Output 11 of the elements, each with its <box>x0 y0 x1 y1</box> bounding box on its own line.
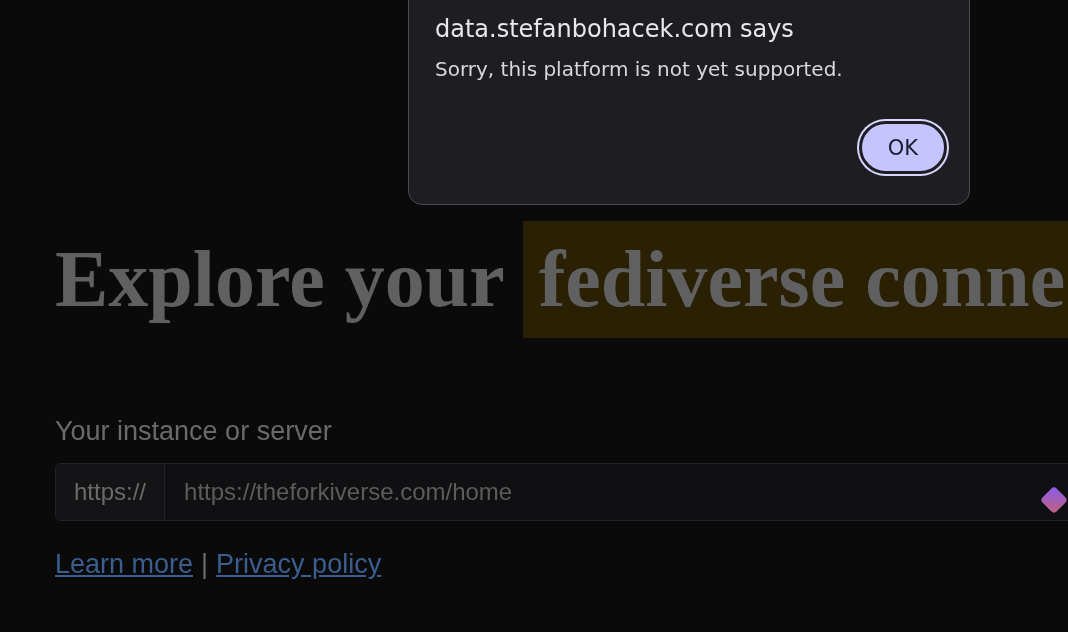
url-prefix: https:// <box>55 463 166 521</box>
page-heading: Explore your <box>55 234 505 325</box>
highlighted-heading: fediverse conne <box>522 221 1068 338</box>
learn-more-link[interactable]: Learn more <box>55 549 194 580</box>
privacy-policy-link[interactable]: Privacy policy <box>216 549 382 580</box>
ok-button[interactable]: OK <box>859 121 947 174</box>
url-field[interactable]: https://theforkiverse.com/home <box>165 463 1068 521</box>
dialog-message: Sorry, this platform is not yet supported. <box>435 57 844 81</box>
dialog-title: data.stefanbohacek.com says <box>435 15 795 43</box>
link-separator: | <box>201 549 209 580</box>
field-label: Your instance or server <box>55 416 333 447</box>
